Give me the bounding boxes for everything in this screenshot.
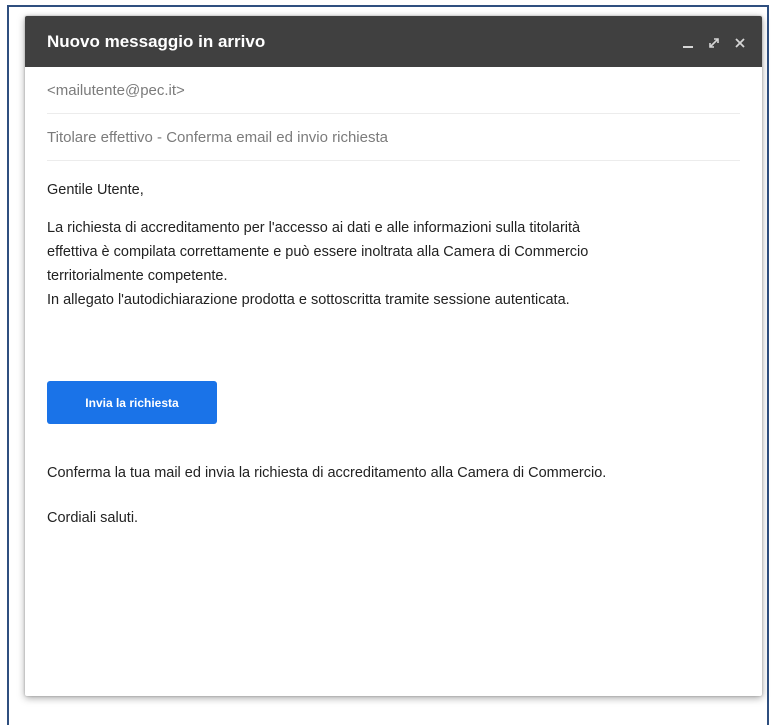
closing-text: Cordiali saluti. [47, 510, 139, 526]
from-field: <mailutente@pec.it> [47, 67, 740, 114]
message-body: Gentile Utente, La richiesta di accredit… [25, 178, 762, 530]
paragraph-line: territorialmente competente. [47, 268, 228, 284]
paragraph-line: effettiva è compilata correttamente e pu… [47, 244, 589, 260]
message-window: Nuovo messaggio in arrivo <mailutente@pe… [25, 16, 762, 696]
subject-field: Titolare effettivo - Conferma email ed i… [47, 114, 740, 161]
paragraph-line: In allegato l'autodichiarazione prodotta… [47, 292, 570, 308]
send-request-button[interactable]: Invia la richiesta [47, 381, 217, 424]
expand-icon[interactable] [708, 36, 720, 48]
from-address: <mailutente@pec.it> [47, 81, 185, 99]
close-icon[interactable] [734, 36, 746, 48]
paragraph-line: La richiesta di accreditamento per l'acc… [47, 220, 581, 236]
minimize-icon[interactable] [682, 36, 694, 48]
greeting: Gentile Utente, [47, 182, 144, 198]
message-paragraph: La richiesta di accreditamento per l'acc… [47, 216, 740, 312]
window-titlebar: Nuovo messaggio in arrivo [25, 16, 762, 67]
subject-text: Titolare effettivo - Conferma email ed i… [47, 128, 388, 146]
window-controls [682, 36, 746, 48]
window-title: Nuovo messaggio in arrivo [47, 31, 266, 51]
confirm-text: Conferma la tua mail ed invia la richies… [47, 465, 607, 481]
